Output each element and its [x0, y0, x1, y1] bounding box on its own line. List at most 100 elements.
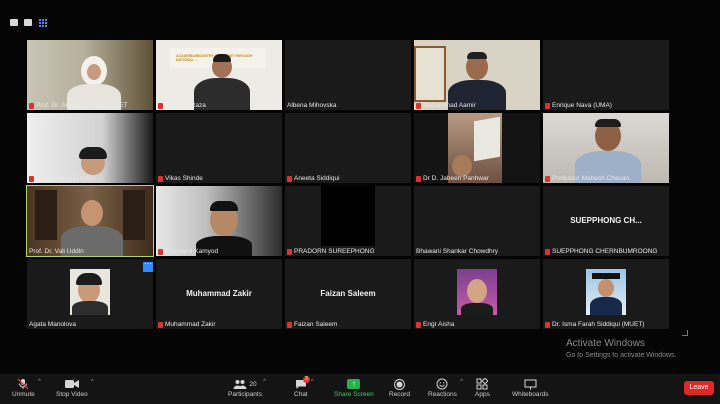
chevron-up-icon[interactable]: ^	[311, 379, 314, 385]
participant-tile[interactable]: Engr Aisha	[414, 259, 540, 329]
mic-muted-icon	[545, 321, 550, 328]
participant-tile[interactable]: ACADEMIA/INDUSTRY ... CHANGE THROUGH NAT…	[156, 40, 282, 110]
participant-tile[interactable]: Muhammad Aamir	[414, 40, 540, 110]
participant-name: Muhammad Zakir	[165, 321, 216, 328]
video-gallery: Prof. Dr. Arabella Bhutto, MUET ACADEMIA…	[26, 40, 669, 332]
participant-tile[interactable]: Professor Mahesh Chavan	[543, 113, 669, 183]
participant-name: Dr D. Jabeen Panhwar	[423, 175, 489, 182]
unmute-label: Unmute	[12, 391, 35, 398]
participant-tile[interactable]: Albena Mihovska	[285, 40, 411, 110]
participant-tile[interactable]: Muhammad Zakir Muhammad Zakir	[156, 259, 282, 329]
mic-muted-icon	[158, 321, 163, 328]
chat-button[interactable]: 3 ^ Chat	[294, 376, 314, 398]
participant-name: Aneeta Siddiqui	[294, 175, 340, 182]
participant-name: Prof. Dr. Vali Uddin	[29, 248, 84, 255]
chevron-up-icon[interactable]: ^	[38, 379, 41, 385]
participant-name: Dr. Isma Farah Siddiqui (MUET)	[552, 321, 645, 328]
participant-tile[interactable]: Dr D. Jabeen Panhwar	[414, 113, 540, 183]
avatar	[457, 269, 497, 315]
participant-name: Bhawani Shankar Chowdhry	[416, 248, 499, 255]
mic-muted-icon	[158, 102, 163, 109]
participant-name: Faizan Saleem	[294, 321, 338, 328]
participant-name: Punnarumol Temdee	[36, 175, 96, 182]
share-screen-button[interactable]: ↑ Share Screen	[334, 377, 374, 398]
activate-windows-subtitle: Go to Settings to activate Windows.	[566, 352, 677, 359]
participant-name: Engr Aisha	[423, 321, 455, 328]
mic-muted-icon	[545, 248, 550, 255]
mic-muted-icon	[158, 248, 163, 255]
share-arrow-icon: ↑	[347, 379, 361, 389]
participant-tile[interactable]: Vikas Shinde	[156, 113, 282, 183]
participant-name: Muhammad Aamir	[423, 102, 476, 109]
reactions-label: Reactions	[428, 391, 457, 398]
mic-muted-icon	[29, 102, 34, 109]
gallery-view-icon[interactable]	[38, 18, 47, 27]
participants-button[interactable]: 20 ^ Participants	[228, 377, 266, 398]
participant-tile[interactable]: Faizan Saleem Faizan Saleem	[285, 259, 411, 329]
chevron-up-icon[interactable]: ^	[91, 379, 94, 385]
participant-name: Enrique Nava (UMA)	[552, 102, 612, 109]
participant-tile[interactable]: Enrique Nava (UMA)	[543, 40, 669, 110]
reactions-button[interactable]: ^ Reactions	[428, 377, 463, 398]
mic-muted-icon	[287, 248, 292, 255]
participant-tile[interactable]: Bhawani Shankar Chowdhry	[414, 186, 540, 256]
chevron-up-icon[interactable]: ^	[460, 379, 463, 385]
participant-name: Professor Mahesh Chavan	[552, 175, 629, 182]
participant-display-name: SUEPPHONG CH...	[570, 216, 642, 225]
participant-name: Agata Manolova	[29, 321, 76, 328]
apps-button[interactable]: Apps	[475, 377, 490, 398]
leave-button[interactable]: Leave	[684, 381, 714, 395]
mic-muted-icon	[416, 175, 421, 182]
participant-name: PRADORN SUREEPHONG	[294, 248, 375, 255]
participant-tile[interactable]: Chayapol Kamyod	[156, 186, 282, 256]
participant-tile-active-speaker[interactable]: Prof. Dr. Vali Uddin	[26, 185, 154, 257]
tile-options-button[interactable]	[143, 259, 153, 272]
mic-muted-icon	[416, 321, 421, 328]
unmute-button[interactable]: ^ Unmute	[12, 377, 41, 398]
apps-label: Apps	[475, 391, 490, 398]
share-screen-label: Share Screen	[334, 391, 374, 398]
participant-tile[interactable]: Prof. Dr. Arabella Bhutto, MUET	[27, 40, 153, 110]
participant-tile[interactable]: PRADORN SUREEPHONG	[285, 186, 411, 256]
whiteboards-button[interactable]: Whiteboards	[512, 377, 549, 398]
mic-muted-icon	[287, 175, 292, 182]
participant-tile[interactable]: SUEPPHONG CH... SUEPPHONG CHERNBUMROONG	[543, 186, 669, 256]
avatar	[70, 269, 110, 315]
stop-video-button[interactable]: ^ Stop Video	[56, 377, 94, 398]
mic-muted-icon	[545, 175, 550, 182]
whiteboard-icon	[524, 377, 537, 391]
smiley-icon	[436, 377, 448, 391]
mic-muted-icon	[29, 175, 34, 182]
participant-tile[interactable]: Aneeta Siddiqui	[285, 113, 411, 183]
people-icon	[233, 380, 247, 389]
participant-tile[interactable]: Punnarumol Temdee	[27, 113, 153, 183]
participant-name: SUEPPHONG CHERNBUMROONG	[552, 248, 658, 255]
chevron-up-icon[interactable]: ^	[263, 379, 266, 385]
mic-muted-icon	[545, 102, 550, 109]
video-camera-icon	[64, 377, 79, 391]
mic-muted-icon	[416, 102, 421, 109]
apps-icon	[476, 377, 489, 391]
participant-display-name: Faizan Saleem	[320, 289, 376, 298]
participant-tile[interactable]: Agata Manolova	[27, 259, 153, 329]
avatar	[586, 269, 626, 315]
view-controls	[10, 18, 47, 27]
record-label: Record	[389, 391, 410, 398]
meeting-toolbar: ^ Unmute ^ Stop Video 20 ^ Participants …	[0, 374, 720, 404]
participant-display-name: Muhammad Zakir	[186, 289, 252, 298]
mic-muted-icon	[17, 377, 29, 391]
minimize-view-icon[interactable]	[10, 19, 18, 26]
resize-handle[interactable]	[682, 330, 688, 336]
participant-name: Albena Mihovska	[287, 102, 337, 109]
record-icon	[393, 377, 405, 391]
participant-name: Prof. Dr. Arabella Bhutto, MUET	[36, 102, 128, 109]
record-button[interactable]: Record	[389, 377, 410, 398]
speaker-view-icon[interactable]	[24, 19, 32, 26]
participants-label: Participants	[228, 391, 262, 398]
participant-tile[interactable]: Dr. Isma Farah Siddiqui (MUET)	[543, 259, 669, 329]
zoom-meeting-window: Prof. Dr. Arabella Bhutto, MUET ACADEMIA…	[0, 0, 720, 404]
participants-count: 20	[249, 380, 257, 388]
mic-muted-icon	[158, 175, 163, 182]
activate-windows-title: Activate Windows	[566, 338, 645, 349]
stop-video-label: Stop Video	[56, 391, 88, 398]
